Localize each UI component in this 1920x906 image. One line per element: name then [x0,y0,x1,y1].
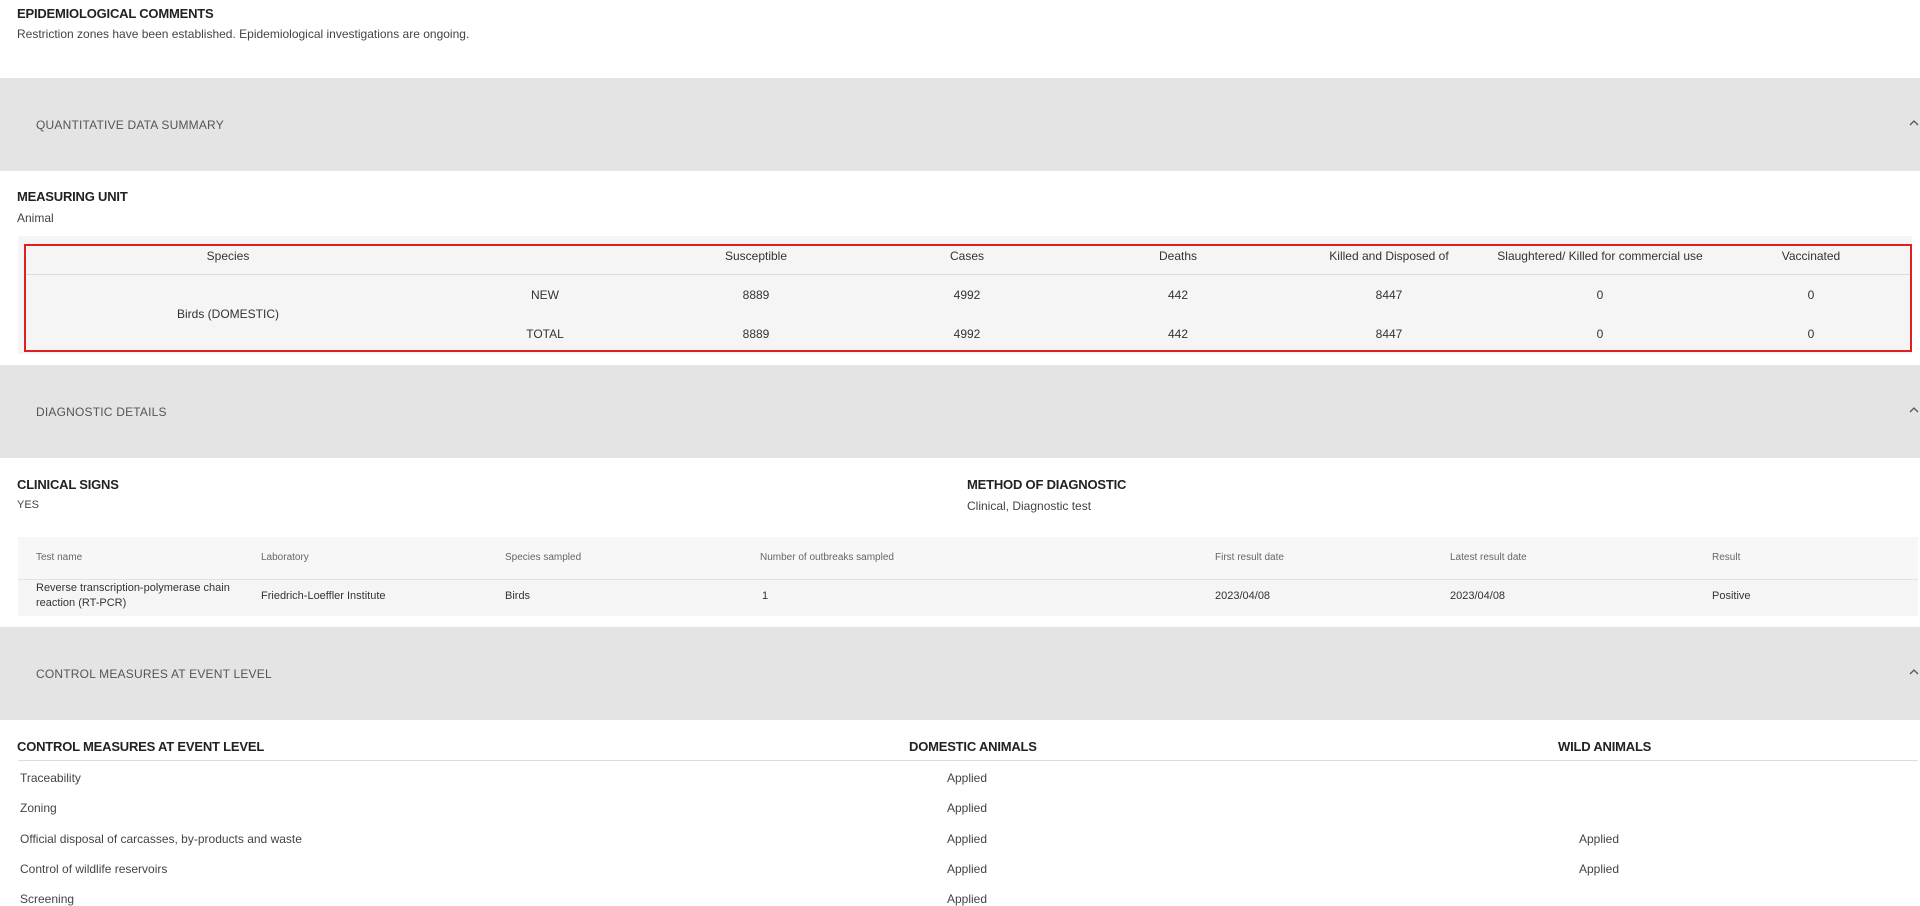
col-header-slaughtered: Slaughtered/ Killed for commercial use [1497,249,1703,263]
list-item: Traceability [20,771,81,785]
total-cases: 4992 [953,327,981,341]
test-name-line2: reaction (RT-PCR) [36,597,127,609]
measuring-unit-value: Animal [17,211,54,225]
col-header-vaccinated: Vaccinated [1781,249,1841,263]
new-slaughtered: 0 [1596,288,1604,302]
test-name-line1: Reverse transcription-polymerase chain [36,582,230,594]
control-measures-section-title: CONTROL MEASURES AT EVENT LEVEL [36,667,272,681]
latest-result-date-value: 2023/04/08 [1450,590,1506,602]
domestic-status: Applied [947,801,988,815]
row-type-total: TOTAL [526,327,564,341]
new-cases: 4992 [953,288,981,302]
total-vaccinated: 0 [1807,327,1815,341]
chevron-up-icon[interactable] [1908,117,1920,129]
col-header-species-sampled: Species sampled [505,552,582,563]
method-of-diagnostic-value: Clinical, Diagnostic test [967,499,1092,513]
total-susceptible: 8889 [742,327,770,341]
col-header-susceptible: Susceptible [724,249,788,263]
wild-animals-col-header: WILD ANIMALS [1558,739,1652,754]
wild-status: Applied [1579,862,1620,876]
new-deaths: 442 [1167,288,1189,302]
list-item: Zoning [20,801,57,815]
col-header-test-name: Test name [36,552,83,563]
col-header-laboratory: Laboratory [261,552,309,563]
list-item: Official disposal of carcasses, by-produ… [20,832,302,846]
domestic-status: Applied [947,862,988,876]
row-type-new: NEW [531,288,559,302]
chevron-up-icon[interactable] [1908,666,1920,678]
domestic-animals-col-header: DOMESTIC ANIMALS [909,739,1037,754]
chevron-up-icon[interactable] [1908,404,1920,416]
col-header-first-result-date: First result date [1215,552,1284,563]
col-header-outbreaks-sampled: Number of outbreaks sampled [760,552,894,563]
species-name: Birds (DOMESTIC) [177,307,279,321]
col-header-result: Result [1712,552,1741,563]
total-killed: 8447 [1375,327,1403,341]
col-header-deaths: Deaths [1158,249,1198,263]
clinical-signs-title: CLINICAL SIGNS [17,477,119,492]
col-header-species: Species [206,249,250,263]
domestic-status: Applied [947,771,988,785]
laboratory-value: Friedrich-Loeffler Institute [261,590,386,602]
domestic-status: Applied [947,832,988,846]
species-sampled-value: Birds [505,590,531,602]
new-susceptible: 8889 [742,288,770,302]
list-item: Control of wildlife reservoirs [20,862,168,876]
control-measures-section-header[interactable]: CONTROL MEASURES AT EVENT LEVEL [0,627,1920,720]
new-vaccinated: 0 [1807,288,1815,302]
result-value: Positive [1712,590,1751,602]
col-header-cases: Cases [949,249,984,263]
diagnostic-section-header[interactable]: DIAGNOSTIC DETAILS [0,365,1920,458]
total-slaughtered: 0 [1596,327,1604,341]
quantitative-section-header[interactable]: QUANTITATIVE DATA SUMMARY [0,78,1920,171]
col-header-killed: Killed and Disposed of [1329,249,1449,263]
control-measures-divider [18,760,1918,761]
total-deaths: 442 [1167,327,1189,341]
control-measures-col-header: CONTROL MEASURES AT EVENT LEVEL [17,739,265,754]
wild-status: Applied [1579,832,1620,846]
outbreaks-sampled-value: 1 [762,590,769,602]
col-header-latest-result-date: Latest result date [1450,552,1527,563]
new-killed: 8447 [1375,288,1403,302]
method-of-diagnostic-title: METHOD OF DIAGNOSTIC [967,477,1127,492]
first-result-date-value: 2023/04/08 [1215,590,1271,602]
epidemiological-comments-text: Restriction zones have been established.… [17,27,470,41]
measuring-unit-title: MEASURING UNIT [17,189,128,204]
diagnostic-section-title: DIAGNOSTIC DETAILS [36,405,167,419]
epidemiological-comments-title: EPIDEMIOLOGICAL COMMENTS [17,6,214,21]
clinical-signs-value: YES [17,499,40,511]
quantitative-section-title: QUANTITATIVE DATA SUMMARY [36,118,224,132]
